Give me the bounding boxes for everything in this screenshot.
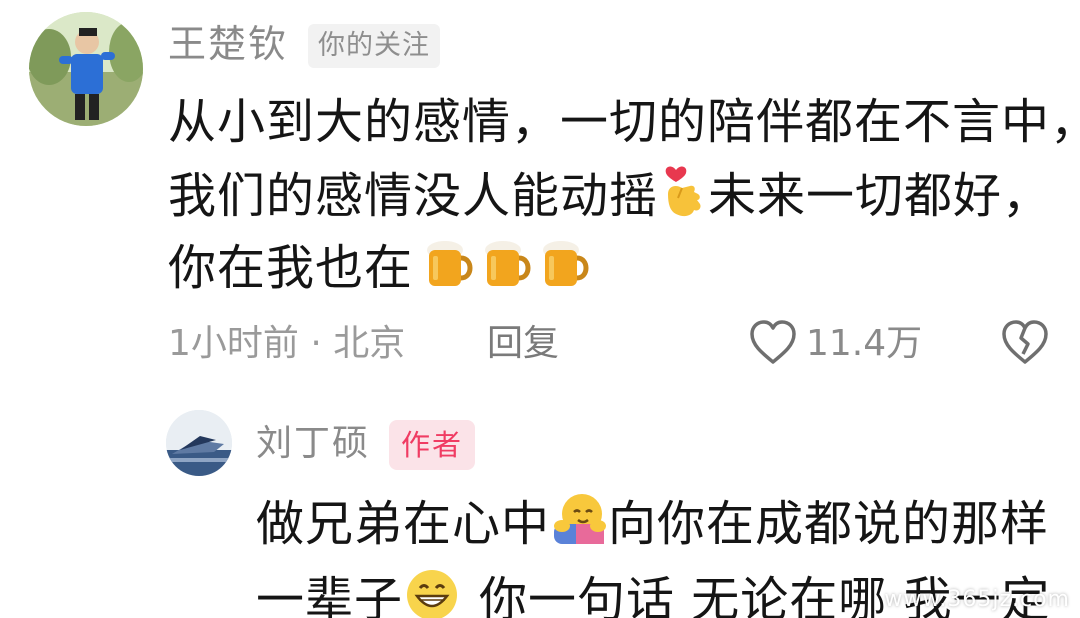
reply-button[interactable]: 回复 [487, 320, 559, 368]
comment-username[interactable]: 王楚钦 [168, 22, 288, 66]
like-button[interactable]: 11.4万 [748, 318, 922, 370]
comment-text-segment: 我们的感情没人能动摇 [168, 168, 659, 224]
heart-outline-icon [748, 318, 798, 370]
beer-mug-emoji [481, 238, 535, 306]
reply-text-segment: 向你在成都说的那样 [608, 496, 1050, 552]
reply-avatar[interactable] [166, 410, 232, 476]
dislike-button[interactable] [1000, 318, 1050, 370]
comment-text-segment: 你在我也在 [168, 240, 414, 296]
reply-text-line-1: 做兄弟在心中 向你在成都说的那样 [256, 490, 1049, 562]
reply-username[interactable]: 刘丁硕 [256, 422, 370, 466]
like-count: 11.4万 [806, 323, 923, 364]
hugging-face-emoji [550, 490, 608, 562]
comment-text-line-2: 我们的感情没人能动摇 未来一切都好， [168, 164, 1051, 234]
reply-text-segment: 一辈子 [256, 572, 404, 618]
beer-mug-emoji [423, 238, 477, 306]
watermark: www.365jz.com [884, 587, 1070, 612]
author-tag: 作者 [389, 420, 476, 470]
beer-mug-emoji [539, 238, 593, 306]
comment-text-line-3: 你在我也在 [168, 238, 593, 306]
avatar[interactable] [29, 12, 143, 126]
broken-heart-icon [1000, 318, 1050, 370]
comment-text-segment: 未来一切都好， [708, 168, 1052, 224]
comment-time-location: 1小时前 · 北京 [168, 323, 406, 364]
grinning-face-emoji [403, 566, 461, 618]
finger-heart-emoji [658, 164, 708, 234]
comment-thread: 王楚钦 你的关注 从小到大的感情，一切的陪伴都在不言中， 我们的感情没人能动摇 … [0, 0, 1080, 618]
comment-text-line-1: 从小到大的感情，一切的陪伴都在不言中， [168, 94, 1080, 150]
reply-text-segment: 做兄弟在心中 [256, 496, 551, 552]
follow-tag: 你的关注 [308, 24, 440, 68]
